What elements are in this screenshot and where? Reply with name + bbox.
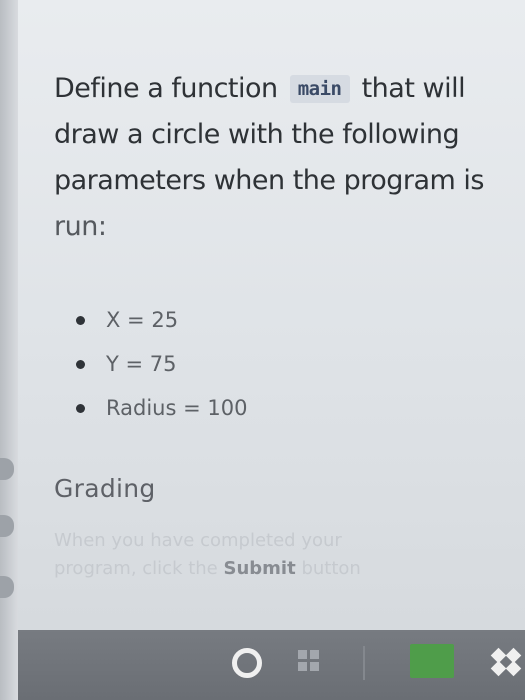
statement-text: run: (54, 211, 107, 242)
statement-text: parameters when the program is (54, 165, 485, 196)
parameter-text: Radius = 100 (106, 396, 248, 420)
app-green-icon[interactable] (410, 644, 454, 678)
parameter-list: X = 25 Y = 75 Radius = 100 (54, 298, 504, 430)
grading-text: program, click the (54, 558, 218, 579)
dropbox-icon[interactable] (490, 647, 522, 677)
bullet-icon (76, 404, 85, 413)
grading-text: When you have completed your (54, 530, 342, 551)
parameter-item: X = 25 (76, 298, 504, 342)
problem-panel: Define a function main that will draw a … (18, 0, 525, 630)
statement-text: that will (361, 73, 466, 104)
function-name-code: main (289, 75, 350, 103)
task-view-icon[interactable] (298, 650, 320, 672)
statement-text: draw a circle with the following (54, 119, 460, 150)
edge-marker (0, 576, 14, 598)
parameter-item: Radius = 100 (76, 386, 504, 430)
edge-marker (0, 458, 14, 480)
problem-statement: Define a function main that will draw a … (54, 66, 504, 250)
taskbar-divider (363, 646, 365, 680)
problem-content: Define a function main that will draw a … (54, 66, 504, 583)
submit-button-reference: Submit (223, 558, 296, 579)
parameter-text: X = 25 (106, 308, 179, 332)
edge-marker (0, 515, 14, 537)
grading-heading: Grading (54, 474, 156, 503)
taskbar (18, 630, 525, 700)
grading-instructions: When you have completed your program, cl… (54, 527, 454, 583)
window-left-edge (0, 0, 18, 700)
bullet-icon (76, 360, 85, 369)
parameter-text: Y = 75 (106, 352, 177, 376)
cortana-circle-icon[interactable] (232, 648, 262, 678)
grading-text: button (301, 558, 361, 579)
bullet-icon (76, 316, 85, 325)
statement-text: Define a function (54, 73, 278, 104)
parameter-item: Y = 75 (76, 342, 504, 386)
